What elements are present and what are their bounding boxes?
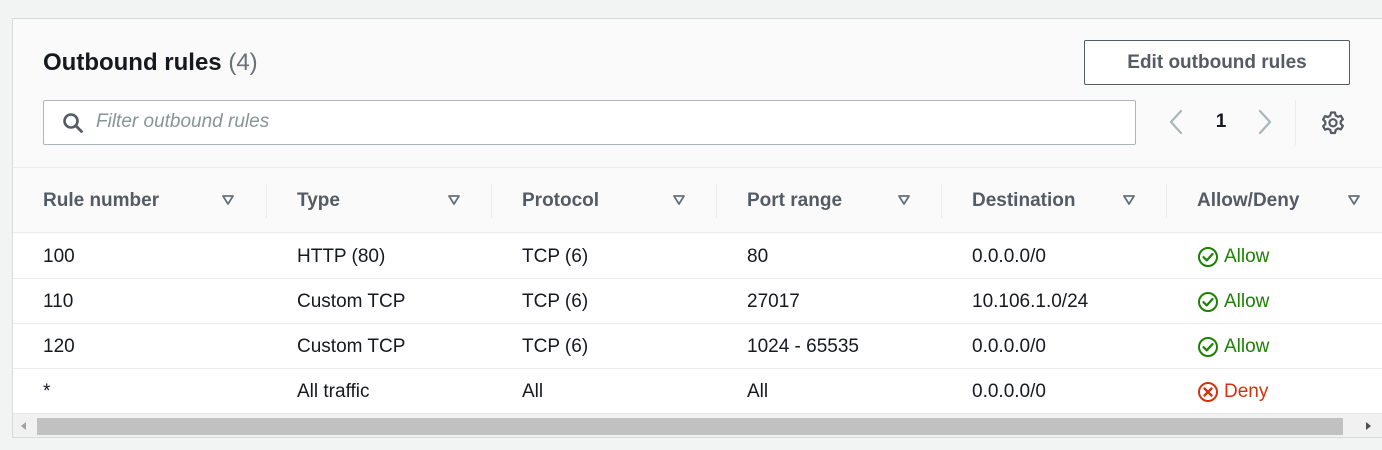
- caret-down-icon[interactable]: [1122, 194, 1136, 206]
- check-circle-icon: [1198, 336, 1218, 357]
- cell-protocol: TCP (6): [522, 290, 589, 312]
- cell-destination: 10.106.1.0/24: [972, 290, 1089, 312]
- caret-down-icon[interactable]: [897, 194, 911, 206]
- caret-down-icon[interactable]: [447, 194, 461, 206]
- column-divider[interactable]: [941, 184, 942, 218]
- x-circle-icon: [1198, 381, 1218, 402]
- cell-type: Custom TCP: [297, 290, 406, 312]
- cell-allow-deny: Deny: [1197, 369, 1268, 414]
- caret-down-icon[interactable]: [221, 194, 235, 206]
- cell-port-range: 27017: [747, 290, 800, 312]
- cell-allow-deny: Allow: [1197, 234, 1269, 279]
- scroll-right-arrow-icon[interactable]: [1363, 421, 1373, 431]
- column-divider[interactable]: [1166, 184, 1167, 218]
- cell-rule-number: *: [43, 380, 51, 402]
- column-divider[interactable]: [266, 184, 267, 218]
- column-header-rule-number[interactable]: Rule number: [43, 168, 263, 233]
- table-row[interactable]: 120 Custom TCP TCP (6) 1024 - 65535 0.0.…: [13, 324, 1382, 369]
- cell-port-range: 1024 - 65535: [747, 335, 859, 357]
- gear-icon[interactable]: [1320, 110, 1346, 136]
- table-row[interactable]: 110 Custom TCP TCP (6) 27017 10.106.1.0/…: [13, 279, 1382, 324]
- cell-rule-number: 120: [43, 335, 75, 357]
- horizontal-scrollbar[interactable]: [13, 413, 1382, 437]
- caret-down-icon[interactable]: [672, 194, 686, 206]
- rule-count: (4): [228, 49, 258, 76]
- column-header-label: Allow/Deny: [1197, 189, 1300, 211]
- scrollbar-thumb[interactable]: [37, 418, 1343, 435]
- cell-protocol: All: [522, 380, 544, 402]
- check-circle-icon: [1198, 291, 1218, 312]
- column-divider[interactable]: [491, 184, 492, 218]
- cell-type: All traffic: [297, 380, 370, 402]
- table-row[interactable]: * All traffic All All 0.0.0.0/0 Deny: [13, 369, 1382, 414]
- outbound-rules-panel: Outbound rules (4) Edit outbound rules 1: [12, 18, 1382, 438]
- check-circle-icon: [1198, 246, 1218, 267]
- scroll-left-arrow-icon[interactable]: [19, 421, 29, 431]
- chevron-right-icon[interactable]: [1254, 108, 1276, 136]
- cell-allow-deny: Allow: [1197, 324, 1269, 369]
- panel-header: Outbound rules (4) Edit outbound rules 1: [13, 19, 1382, 168]
- edit-outbound-rules-button[interactable]: Edit outbound rules: [1084, 40, 1350, 85]
- cell-port-range: All: [747, 380, 769, 402]
- column-header-protocol[interactable]: Protocol: [522, 168, 722, 233]
- cell-allow-deny: Allow: [1197, 279, 1269, 324]
- panel-title: Outbound rules (4): [43, 49, 258, 77]
- panel-title-text: Outbound rules: [43, 49, 222, 76]
- column-header-type[interactable]: Type: [297, 168, 497, 233]
- table-header: Rule number Type Protocol Port range Des…: [13, 168, 1382, 233]
- current-page[interactable]: 1: [1211, 111, 1231, 133]
- column-header-label: Protocol: [522, 189, 600, 211]
- cell-port-range: 80: [747, 245, 769, 267]
- status-label: Allow: [1224, 335, 1270, 357]
- chevron-left-icon[interactable]: [1165, 108, 1187, 136]
- column-header-allow-deny[interactable]: Allow/Deny: [1197, 168, 1382, 233]
- status-allow: Allow: [1197, 246, 1269, 268]
- column-header-port-range[interactable]: Port range: [747, 168, 947, 233]
- cell-destination: 0.0.0.0/0: [972, 335, 1046, 357]
- pager-divider: [1295, 100, 1296, 145]
- column-divider[interactable]: [716, 184, 717, 218]
- column-header-label: Destination: [972, 189, 1076, 211]
- filter-box[interactable]: [43, 100, 1136, 145]
- cell-destination: 0.0.0.0/0: [972, 380, 1046, 402]
- status-label: Allow: [1224, 290, 1270, 312]
- cell-rule-number: 110: [43, 290, 74, 312]
- column-header-label: Rule number: [43, 189, 160, 211]
- column-header-destination[interactable]: Destination: [972, 168, 1172, 233]
- cell-type: Custom TCP: [297, 335, 406, 357]
- column-header-label: Type: [297, 189, 340, 211]
- status-allow: Allow: [1197, 336, 1269, 358]
- status-label: Deny: [1224, 380, 1269, 402]
- cell-protocol: TCP (6): [522, 245, 589, 267]
- status-deny: Deny: [1197, 381, 1268, 403]
- status-allow: Allow: [1197, 291, 1269, 313]
- filter-input[interactable]: [96, 103, 1116, 141]
- search-icon: [63, 113, 83, 133]
- table-row[interactable]: 100 HTTP (80) TCP (6) 80 0.0.0.0/0 Allow: [13, 234, 1382, 279]
- cell-protocol: TCP (6): [522, 335, 589, 357]
- caret-down-icon[interactable]: [1347, 194, 1361, 206]
- cell-rule-number: 100: [43, 245, 75, 267]
- status-label: Allow: [1224, 245, 1270, 267]
- column-header-label: Port range: [747, 189, 843, 211]
- cell-type: HTTP (80): [297, 245, 386, 267]
- cell-destination: 0.0.0.0/0: [972, 245, 1046, 267]
